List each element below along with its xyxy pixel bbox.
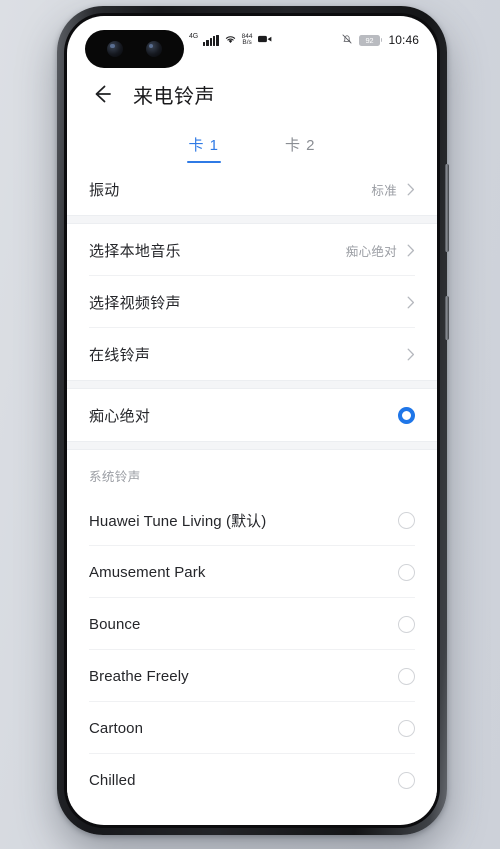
list-item[interactable]: Huawei Tune Living (默认): [89, 494, 415, 546]
phone-device-frame: 4G 844 B/s 92 10:46 来电铃声 卡 1 卡 2 振动 标准 选…: [57, 6, 449, 835]
ringtone-label: Chilled: [89, 771, 136, 789]
list-item[interactable]: Chilled: [89, 754, 415, 806]
list-item[interactable]: Bounce: [89, 598, 415, 650]
radio-ringtone[interactable]: [398, 719, 415, 737]
row-online-ringtone[interactable]: 在线铃声: [89, 328, 415, 380]
status-bar-left: 4G 844 B/s: [189, 33, 272, 47]
row-select-local-music-label: 选择本地音乐: [89, 242, 181, 260]
settings-list: 振动 标准 选择本地音乐 痴心绝对 选择视频铃声 在线铃声 痴心绝对 系统铃声 …: [67, 163, 437, 806]
ringtone-label: Bounce: [89, 615, 141, 633]
phone-screen: 4G 844 B/s 92 10:46 来电铃声 卡 1 卡 2 振动 标准 选…: [67, 16, 437, 825]
ringtone-label: Cartoon: [89, 719, 144, 737]
list-item[interactable]: Amusement Park: [89, 546, 415, 598]
battery-level-label: 92: [358, 34, 380, 46]
row-select-local-music[interactable]: 选择本地音乐 痴心绝对: [89, 224, 415, 276]
radio-ringtone[interactable]: [398, 667, 415, 685]
radio-ringtone[interactable]: [398, 511, 415, 529]
ringtone-label: Huawei Tune Living (默认): [89, 512, 267, 530]
status-bar-right: 92 10:46: [341, 33, 419, 48]
bell-muted-icon: [341, 33, 353, 48]
row-current-ringtone[interactable]: 痴心绝对: [89, 389, 415, 441]
chevron-right-icon: [407, 244, 415, 257]
front-camera-lens-icon: [107, 41, 124, 57]
group-separator: [67, 380, 437, 389]
row-vibration-label: 振动: [89, 181, 120, 199]
volume-button[interactable]: [445, 164, 449, 252]
front-camera-lens-secondary-icon: [145, 41, 162, 57]
row-vibration[interactable]: 振动 标准: [89, 163, 415, 215]
page-title: 来电铃声: [133, 85, 215, 108]
app-bar: 来电铃声: [67, 64, 437, 124]
front-camera-cutout: [85, 30, 184, 68]
row-online-ringtone-label: 在线铃声: [89, 346, 151, 364]
ringtone-label: Breathe Freely: [89, 667, 189, 685]
radio-ringtone[interactable]: [398, 615, 415, 633]
battery-cap-icon: [380, 37, 383, 43]
phone-bezel: 4G 844 B/s 92 10:46 来电铃声 卡 1 卡 2 振动 标准 选…: [64, 13, 440, 828]
tab-sim-1[interactable]: 卡 1: [188, 134, 219, 163]
battery-indicator: 92: [358, 34, 383, 46]
row-select-video-ringtone-label: 选择视频铃声: [89, 294, 181, 312]
video-camera-icon: [257, 34, 272, 47]
chevron-right-icon: [407, 296, 415, 309]
row-select-video-ringtone[interactable]: 选择视频铃声: [89, 276, 415, 328]
section-title-system-ringtones: 系统铃声: [89, 470, 141, 484]
network-speed-indicator: 844 B/s: [242, 33, 253, 47]
radio-ringtone[interactable]: [398, 563, 415, 581]
clock-label: 10:46: [388, 33, 419, 47]
radio-ringtone[interactable]: [398, 771, 415, 789]
network-speed-unit: B/s: [242, 39, 252, 46]
chevron-right-icon: [407, 348, 415, 361]
radio-current-ringtone[interactable]: [398, 406, 415, 424]
group-separator: [67, 215, 437, 224]
ringtone-label: Amusement Park: [89, 563, 206, 581]
row-current-ringtone-label: 痴心绝对: [89, 407, 151, 425]
row-vibration-value: 标准: [371, 183, 397, 198]
group-separator: [67, 441, 437, 450]
list-item[interactable]: Breathe Freely: [89, 650, 415, 702]
row-select-local-music-value: 痴心绝对: [345, 244, 397, 259]
tab-sim-2[interactable]: 卡 2: [285, 134, 316, 163]
sim-tab-bar: 卡 1 卡 2: [67, 124, 437, 163]
list-item[interactable]: Cartoon: [89, 702, 415, 754]
signal-bars-icon: [202, 34, 219, 46]
power-button[interactable]: [445, 296, 449, 340]
back-arrow-icon[interactable]: [89, 81, 115, 107]
network-type-label: 4G: [189, 32, 198, 40]
wifi-icon: [224, 33, 237, 47]
chevron-right-icon: [407, 183, 415, 196]
